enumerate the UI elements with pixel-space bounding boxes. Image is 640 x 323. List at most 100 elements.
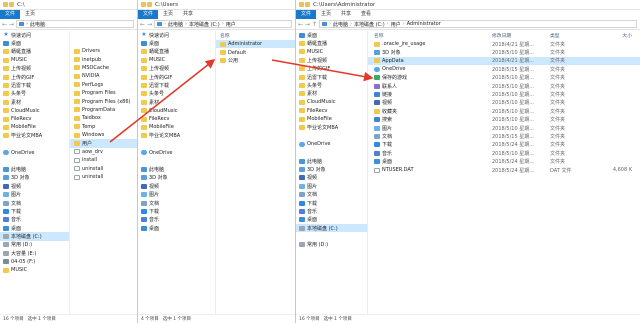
nav-item[interactable]: 上传的GIF: [296, 65, 367, 73]
nav-item[interactable]: 3D 对象: [0, 174, 69, 182]
nav-item[interactable]: CloudMusic: [138, 107, 215, 115]
nav-item[interactable]: 桌面: [296, 216, 367, 224]
nav-item[interactable]: 素材: [0, 98, 69, 106]
list-item[interactable]: Administrator: [216, 40, 295, 49]
nav-item[interactable]: FileRecv: [296, 107, 367, 115]
address-box[interactable]: › 此电脑 › 本地磁盘 (C:) › 用户 › Administrator: [319, 20, 637, 28]
back-arrow-icon[interactable]: ←: [298, 21, 303, 28]
nav-item[interactable]: 桌面: [0, 224, 69, 232]
table-row[interactable]: 桌面 2018/5/24 星期... 文件夹: [368, 157, 640, 165]
nav-item[interactable]: 蜻蜓直播: [0, 48, 69, 56]
nav-item[interactable]: 本地磁盘 (C:): [0, 232, 69, 241]
nav-item[interactable]: OneDrive: [0, 148, 69, 156]
forward-arrow-icon[interactable]: →: [9, 21, 14, 28]
nav-item[interactable]: 素材: [296, 90, 367, 98]
tab-share[interactable]: 共享: [336, 10, 356, 19]
nav-item[interactable]: 视频: [296, 174, 367, 182]
nav-item[interactable]: 头条号: [138, 90, 215, 98]
table-row[interactable]: 文档 2018/5/15 星期... 文件夹: [368, 132, 640, 140]
nav-item[interactable]: 04-05 (F:): [0, 258, 69, 266]
list-item[interactable]: Default: [216, 48, 295, 56]
folder-icon[interactable]: [9, 2, 14, 7]
nav-item[interactable]: 毕业论文MBA: [138, 132, 215, 140]
nav-item[interactable]: 音乐: [296, 207, 367, 215]
table-row[interactable]: 联系人 2018/5/10 星期... 文件夹: [368, 82, 640, 90]
nav-item[interactable]: 桌面: [0, 39, 69, 47]
up-arrow-icon[interactable]: ↑: [312, 21, 317, 28]
folder-icon[interactable]: [141, 2, 146, 7]
nav-item[interactable]: 常用 (D:): [296, 241, 367, 249]
list-item[interactable]: PerfLogs: [70, 81, 137, 89]
folder-icon[interactable]: [305, 2, 310, 7]
nav-item[interactable]: MUSIC: [0, 56, 69, 64]
folder-icon[interactable]: [299, 2, 304, 7]
nav-item[interactable]: 文档: [296, 190, 367, 198]
list-item[interactable]: install: [70, 156, 137, 164]
table-row[interactable]: NTUSER.DAT 2018/5/24 星期... DAT 文件 4,608 K: [368, 166, 640, 174]
nav-item[interactable]: OneDrive: [296, 140, 367, 148]
tab-home[interactable]: 主页: [20, 10, 40, 19]
nav-item[interactable]: 桌面: [138, 224, 215, 232]
list-item[interactable]: Drivers: [70, 47, 137, 55]
nav-item[interactable]: 视频: [138, 182, 215, 190]
nav-item[interactable]: FileRecv: [0, 115, 69, 123]
list-item[interactable]: inetpub: [70, 55, 137, 63]
nav-item[interactable]: 素材: [138, 98, 215, 106]
table-row[interactable]: 视频 2018/5/10 星期... 文件夹: [368, 99, 640, 107]
list-item[interactable]: Program Files: [70, 89, 137, 97]
column-header-name[interactable]: 名称: [368, 32, 492, 39]
breadcrumb-users[interactable]: 用户: [391, 21, 401, 28]
back-arrow-icon[interactable]: ←: [2, 21, 7, 28]
forward-arrow-icon[interactable]: →: [147, 21, 152, 28]
column-header-size[interactable]: 大小: [602, 32, 632, 39]
table-row[interactable]: 搜索 2018/5/10 星期... 文件夹: [368, 116, 640, 124]
breadcrumb-this-pc[interactable]: 此电脑: [168, 21, 183, 28]
tab-home[interactable]: 主页: [316, 10, 336, 19]
nav-item[interactable]: 图片: [296, 182, 367, 190]
table-row[interactable]: OneDrive 2018/5/15 星期... 文件夹: [368, 65, 640, 73]
nav-item[interactable]: 文档: [138, 199, 215, 207]
nav-item[interactable]: 音乐: [0, 216, 69, 224]
nav-item[interactable]: 图片: [138, 190, 215, 198]
breadcrumb-c-drive[interactable]: 本地磁盘 (C:): [189, 21, 220, 28]
list-item[interactable]: Program Files (x86): [70, 97, 137, 105]
nav-item[interactable]: MobileFile: [138, 123, 215, 131]
nav-item[interactable]: ★ 快速访问: [138, 31, 215, 39]
nav-item[interactable]: 常用 (D:): [0, 241, 69, 249]
list-item[interactable]: uninstall: [70, 164, 137, 172]
list-item[interactable]: Windows: [70, 131, 137, 139]
breadcrumb-administrator[interactable]: Administrator: [407, 21, 441, 27]
nav-item[interactable]: 上传的GIF: [0, 73, 69, 81]
table-row[interactable]: 保存的游戏 2018/5/10 星期... 文件夹: [368, 74, 640, 82]
folder-icon[interactable]: [147, 2, 152, 7]
nav-item[interactable]: ★ 快速访问: [0, 31, 69, 39]
nav-item[interactable]: 下载: [296, 199, 367, 207]
nav-item[interactable]: OneDrive: [138, 148, 215, 156]
nav-item[interactable]: 桌面: [296, 31, 367, 39]
nav-item[interactable]: 蜻蜓直播: [296, 39, 367, 47]
list-item[interactable]: ProgramData: [70, 106, 137, 114]
nav-item[interactable]: 桌面: [138, 39, 215, 47]
nav-item[interactable]: CloudMusic: [296, 98, 367, 106]
nav-item[interactable]: 本地磁盘 (C:): [296, 223, 367, 233]
tab-file[interactable]: 文件: [138, 10, 159, 19]
nav-item[interactable]: 此电脑: [0, 165, 69, 173]
nav-item[interactable]: CloudMusic: [0, 107, 69, 115]
folder-icon[interactable]: [3, 2, 8, 7]
nav-item[interactable]: 3D 对象: [296, 165, 367, 173]
tab-home[interactable]: 主页: [158, 10, 178, 19]
nav-item[interactable]: 毕业论文MBA: [0, 132, 69, 140]
nav-item[interactable]: 大容量 (E:): [0, 249, 69, 257]
list-item[interactable]: aow_drv: [70, 148, 137, 156]
table-row[interactable]: 图片 2018/5/10 星期... 文件夹: [368, 124, 640, 132]
nav-item[interactable]: 图片: [0, 190, 69, 198]
breadcrumb-users[interactable]: 用户: [226, 21, 236, 28]
list-item[interactable]: uninstall: [70, 173, 137, 181]
address-box[interactable]: › 此电脑: [16, 20, 134, 28]
nav-item[interactable]: 上传视频: [296, 56, 367, 64]
table-row[interactable]: 3D 对象 2018/5/10 星期... 文件夹: [368, 48, 640, 56]
nav-item[interactable]: 迅雷下载: [0, 81, 69, 89]
nav-item[interactable]: 蜻蜓直播: [138, 48, 215, 56]
nav-item[interactable]: 毕业论文MBA: [296, 123, 367, 131]
nav-item[interactable]: 此电脑: [138, 165, 215, 173]
